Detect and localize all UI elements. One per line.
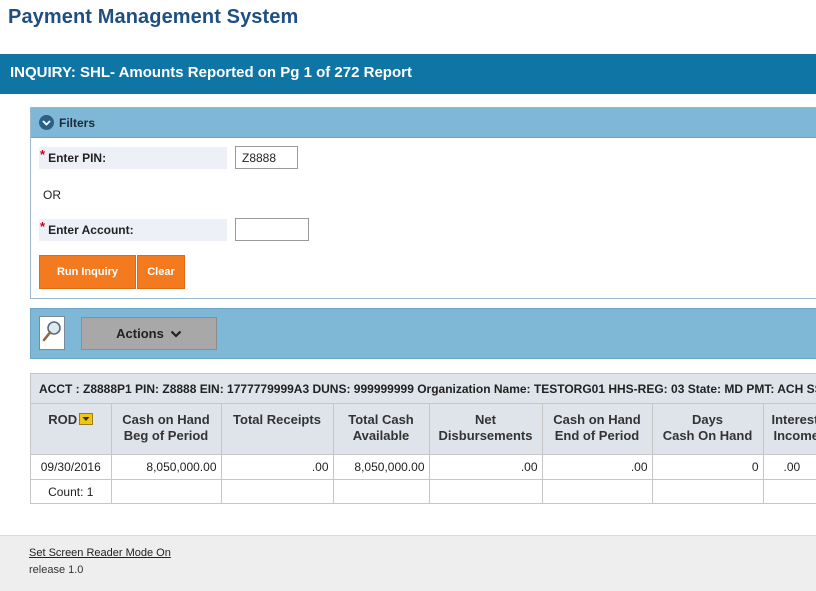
table-cell: .00 — [763, 454, 816, 480]
table-cell: .00 — [542, 454, 653, 480]
page-banner: INQUIRY: SHL- Amounts Reported on Pg 1 o… — [0, 54, 816, 94]
table-cell — [763, 479, 816, 503]
app-title: Payment Management System — [8, 6, 299, 28]
pin-label: * Enter PIN: — [39, 146, 227, 169]
column-header-label: Cash on Hand — [122, 412, 210, 427]
clear-button[interactable]: Clear — [137, 255, 185, 289]
column-header-label: Total Receipts — [233, 412, 321, 427]
column-header-label: Available — [352, 428, 410, 443]
pin-field-row: * Enter PIN: — [39, 146, 298, 169]
column-header-label: Total Cash — [348, 412, 414, 427]
column-header-label: Cash on Hand — [553, 412, 641, 427]
column-header-label: ROD — [48, 412, 78, 427]
table-cell: 8,050,000.00 — [111, 454, 222, 480]
required-marker: * — [40, 147, 46, 162]
chevron-down-circle-icon[interactable] — [39, 115, 54, 130]
table-cell: .00 — [429, 454, 543, 480]
table-count-row: Count: 1 — [31, 479, 816, 503]
row-count: Count: 1 — [31, 479, 112, 503]
or-separator: OR — [43, 188, 61, 202]
filters-header[interactable]: Filters — [31, 108, 816, 138]
page-footer: Set Screen Reader Mode On release 1.0 — [0, 535, 816, 591]
column-header-label: Interest — [771, 412, 816, 427]
column-header-net-disbursements[interactable]: Net Disbursements — [429, 404, 543, 455]
account-label: * Enter Account: — [39, 218, 227, 241]
required-marker: * — [40, 219, 46, 234]
table-row[interactable]: 09/30/2016 8,050,000.00 .00 8,050,000.00… — [31, 454, 816, 480]
column-header-label: Net — [475, 412, 496, 427]
column-header-cash-beg[interactable]: Cash on Hand Beg of Period — [111, 404, 222, 455]
pin-label-text: Enter PIN: — [48, 150, 107, 165]
column-header-total-receipts[interactable]: Total Receipts — [221, 404, 334, 455]
column-header-label: Beg of Period — [123, 428, 209, 443]
column-header-label: Cash On Hand — [662, 428, 753, 443]
column-header-days-cash[interactable]: Days Cash On Hand — [652, 404, 764, 455]
chevron-down-icon — [170, 330, 182, 338]
account-field-row: * Enter Account: — [39, 218, 309, 241]
column-header-interest-income[interactable]: Interest Income — [763, 404, 816, 455]
column-header-label: Days — [691, 412, 724, 427]
actions-label: Actions — [116, 326, 164, 341]
pin-input[interactable] — [235, 146, 298, 169]
actions-button[interactable]: Actions — [81, 317, 217, 350]
column-header-label: Income — [773, 428, 816, 443]
column-header-total-cash[interactable]: Total Cash Available — [333, 404, 430, 455]
screen-reader-mode-link[interactable]: Set Screen Reader Mode On — [29, 547, 171, 559]
actions-toolbar: Actions — [30, 308, 816, 359]
table-cell — [542, 479, 653, 503]
column-header-label: Disbursements — [438, 428, 533, 443]
column-header-label: End of Period — [554, 428, 640, 443]
table-cell: 09/30/2016 — [31, 454, 112, 480]
filters-panel: Filters * Enter PIN: OR * Enter Account:… — [30, 107, 816, 299]
table-header-row: ROD Cash on Hand Beg of Period Total Rece… — [31, 404, 816, 455]
table-cell: 8,050,000.00 — [333, 454, 430, 480]
run-inquiry-button[interactable]: Run Inquiry — [39, 255, 136, 289]
table-cell — [333, 479, 430, 503]
filters-label: Filters — [59, 115, 96, 130]
page-title: INQUIRY: SHL- Amounts Reported on Pg 1 o… — [10, 64, 412, 81]
column-header-cash-end[interactable]: Cash on Hand End of Period — [542, 404, 653, 455]
table-cell: 0 — [652, 454, 764, 480]
results-grid: ACCT : Z8888P1 PIN: Z8888 EIN: 177777999… — [30, 373, 816, 504]
account-label-text: Enter Account: — [48, 222, 134, 237]
results-table: ROD Cash on Hand Beg of Period Total Rece… — [31, 404, 816, 503]
account-input[interactable] — [235, 218, 309, 241]
table-cell — [221, 479, 334, 503]
table-cell — [429, 479, 543, 503]
table-cell — [652, 479, 764, 503]
sort-dropdown-icon[interactable] — [79, 413, 94, 425]
table-cell — [111, 479, 222, 503]
magnifier-icon[interactable] — [39, 316, 65, 350]
account-info-bar: ACCT : Z8888P1 PIN: Z8888 EIN: 177777999… — [31, 374, 816, 404]
release-version: release 1.0 — [29, 564, 84, 576]
column-header-rod[interactable]: ROD — [31, 404, 112, 455]
table-cell: .00 — [221, 454, 334, 480]
